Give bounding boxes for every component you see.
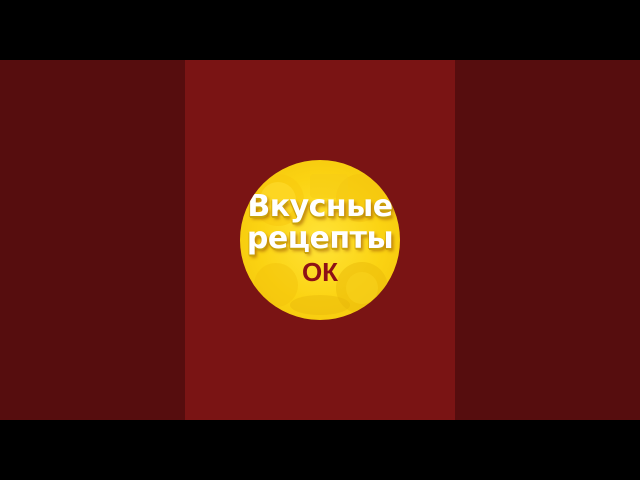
letterbox-bottom [0, 420, 640, 480]
pillarbox-right [455, 60, 640, 420]
video-frame[interactable]: Вкусные рецепты ОК [0, 60, 640, 420]
logo-wordmark: Вкусные рецепты ОК [240, 160, 400, 320]
logo-line-2: рецепты [246, 221, 394, 256]
logo-line-1: Вкусные [247, 189, 393, 224]
logo-line-3: ОК [301, 257, 339, 287]
pillarbox-left [0, 60, 185, 420]
video-player-screen[interactable]: Вкусные рецепты ОК [0, 0, 640, 480]
letterbox-top [0, 0, 640, 60]
channel-logo: Вкусные рецепты ОК [240, 160, 400, 320]
video-content: Вкусные рецепты ОК [185, 60, 455, 420]
